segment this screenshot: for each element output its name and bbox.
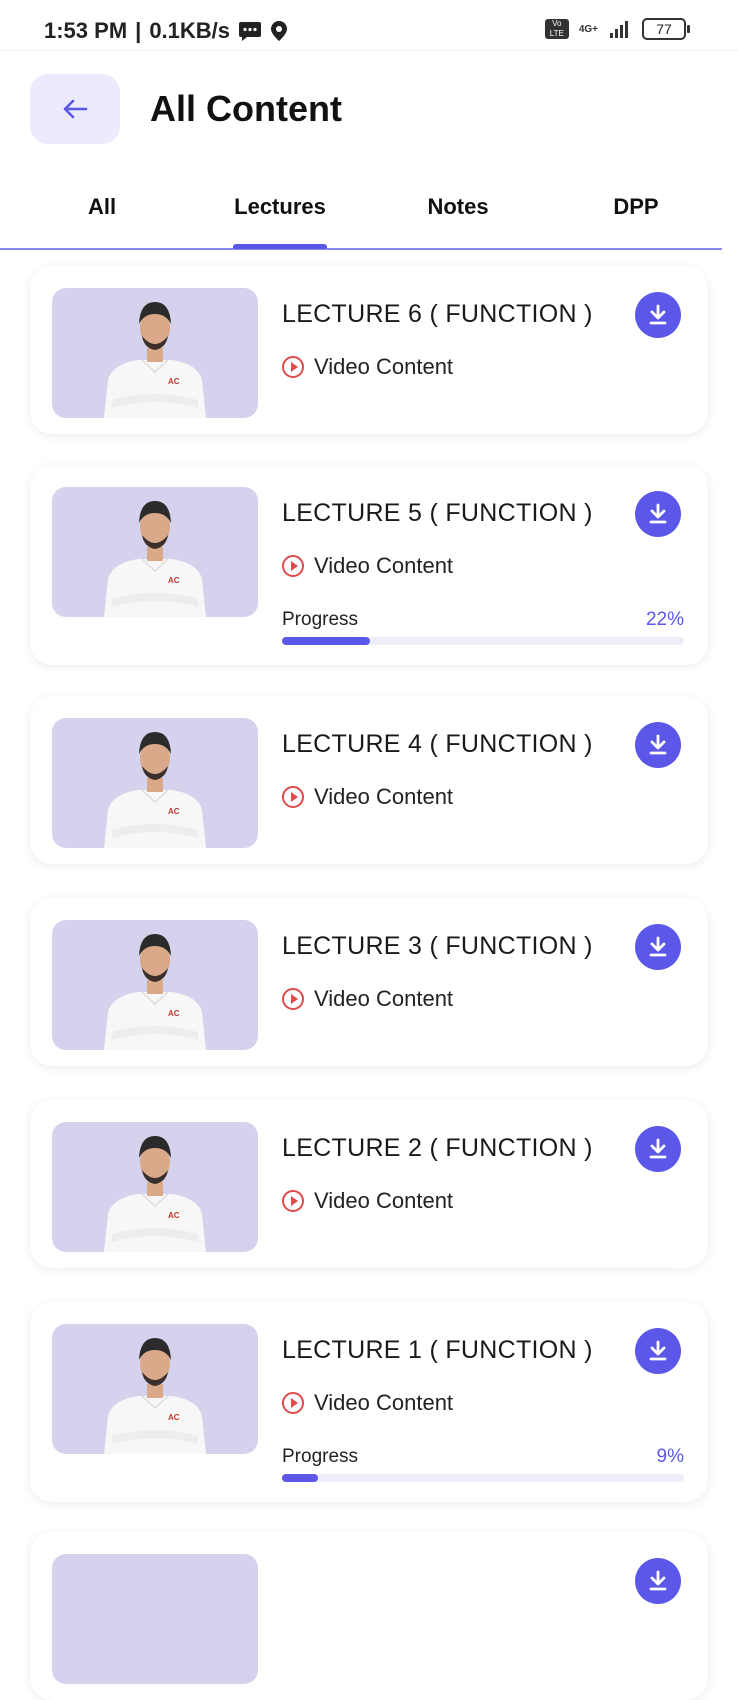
active-tab-indicator	[233, 244, 327, 249]
lecture-thumbnail: AC	[52, 718, 258, 848]
instructor-image-icon: AC	[104, 934, 206, 1050]
download-icon	[649, 1340, 667, 1361]
play-circle-icon	[282, 555, 304, 577]
svg-text:AC: AC	[168, 1009, 180, 1018]
lecture-card[interactable]: AC LECTURE 6 ( FUNCTION ) Video Content	[30, 266, 708, 434]
tab-all[interactable]: All	[14, 194, 190, 220]
progress-label: Progress	[282, 609, 359, 630]
network-type: 4G+	[578, 23, 598, 35]
download-button[interactable]	[635, 1558, 681, 1604]
content-type-label: Video Content	[314, 553, 454, 578]
play-circle-icon	[282, 1190, 304, 1212]
tab-bar: All Lectures Notes DPP	[0, 180, 738, 250]
instructor-image-icon: AC	[104, 1136, 206, 1252]
arrow-left-icon	[63, 99, 88, 119]
lecture-card[interactable]: AC LECTURE 4 ( FUNCTION ) Video Content	[30, 696, 708, 864]
tab-notes[interactable]: Notes	[370, 194, 546, 220]
lecture-card[interactable]: AC LECTURE 5 ( FUNCTION ) Video Content …	[30, 465, 708, 665]
status-speed: 0.1KB/s	[149, 18, 231, 43]
content-type-label: Video Content	[314, 354, 454, 379]
download-button[interactable]	[635, 722, 681, 768]
download-button[interactable]	[635, 924, 681, 970]
location-icon	[271, 21, 288, 41]
lecture-thumbnail: AC	[52, 288, 258, 418]
content-type-row: Video Content	[282, 354, 453, 380]
lecture-title: LECTURE 4 ( FUNCTION )	[282, 730, 593, 758]
download-icon	[649, 936, 667, 957]
volte-icon: Vo LTE	[544, 19, 569, 39]
progress-bar-fill	[282, 1474, 319, 1482]
content-type-label: Video Content	[314, 1188, 454, 1213]
status-left: 1:53 PM | 0.1KB/s	[44, 18, 288, 44]
status-bar: 1:53 PM | 0.1KB/s Vo LTE 4G+ 77	[0, 0, 738, 51]
download-icon	[649, 1138, 667, 1159]
header: All Content	[0, 50, 738, 170]
tabs-divider	[0, 248, 722, 250]
content-type-label: Video Content	[314, 784, 454, 809]
download-icon	[649, 304, 667, 325]
play-circle-icon	[282, 988, 304, 1010]
content-type-label: Video Content	[314, 986, 454, 1011]
instructor-image-icon: AC	[104, 302, 206, 418]
download-icon	[649, 1570, 667, 1591]
lecture-thumbnail: AC	[52, 1324, 258, 1454]
svg-text:AC: AC	[168, 576, 180, 585]
lecture-thumbnail: AC	[52, 1122, 258, 1252]
lecture-thumbnail: AC	[52, 487, 258, 617]
download-button[interactable]	[635, 1126, 681, 1172]
tab-lectures[interactable]: Lectures	[192, 194, 368, 220]
progress-label: Progress	[282, 1446, 359, 1467]
progress-bar	[282, 637, 684, 645]
lecture-title: LECTURE 3 ( FUNCTION )	[282, 932, 593, 960]
lecture-title: LECTURE 5 ( FUNCTION )	[282, 499, 593, 527]
progress-bar-fill	[282, 637, 371, 645]
lecture-thumbnail	[52, 1554, 258, 1684]
instructor-image-icon: AC	[104, 501, 206, 617]
svg-text:AC: AC	[168, 807, 180, 816]
status-separator: |	[135, 18, 142, 43]
progress-bar	[282, 1474, 684, 1482]
play-circle-icon	[282, 1392, 304, 1414]
signal-icon	[610, 21, 628, 38]
battery-icon: 77	[642, 18, 690, 40]
content-type-row: Video Content	[282, 1188, 453, 1214]
content-type-row: Video Content	[282, 553, 453, 579]
status-time: 1:53 PM	[44, 18, 128, 43]
lecture-card[interactable]: AC LECTURE 1 ( FUNCTION ) Video Content …	[30, 1302, 708, 1502]
lecture-card[interactable]: AC LECTURE 3 ( FUNCTION ) Video Content	[30, 898, 708, 1066]
svg-text:AC: AC	[168, 1211, 180, 1220]
instructor-image-icon: AC	[104, 732, 206, 848]
svg-text:AC: AC	[168, 1413, 180, 1422]
lecture-title: LECTURE 2 ( FUNCTION )	[282, 1134, 593, 1162]
lecture-title: LECTURE 6 ( FUNCTION )	[282, 300, 593, 328]
download-button[interactable]	[635, 491, 681, 537]
progress-percentage: 22%	[645, 609, 684, 630]
lecture-title: LECTURE 1 ( FUNCTION )	[282, 1336, 593, 1364]
download-icon	[649, 734, 667, 755]
lecture-card[interactable]	[30, 1532, 708, 1700]
lecture-thumbnail: AC	[52, 920, 258, 1050]
content-type-row: Video Content	[282, 1390, 453, 1416]
tab-dpp[interactable]: DPP	[548, 194, 724, 220]
progress-percentage: 9%	[656, 1446, 684, 1467]
page-title: All Content	[150, 88, 342, 129]
download-icon	[649, 503, 667, 524]
status-right: Vo LTE 4G+ 77	[544, 18, 690, 40]
content-type-row: Video Content	[282, 986, 453, 1012]
download-button[interactable]	[635, 292, 681, 338]
svg-text:AC: AC	[168, 377, 180, 386]
instructor-image-icon: AC	[104, 1338, 206, 1454]
message-icon	[239, 22, 262, 41]
lecture-card[interactable]: AC LECTURE 2 ( FUNCTION ) Video Content	[30, 1100, 708, 1268]
play-circle-icon	[282, 786, 304, 808]
back-button[interactable]	[30, 74, 120, 144]
content-type-label: Video Content	[314, 1390, 454, 1415]
play-circle-icon	[282, 356, 304, 378]
download-button[interactable]	[635, 1328, 681, 1374]
content-type-row: Video Content	[282, 784, 453, 810]
